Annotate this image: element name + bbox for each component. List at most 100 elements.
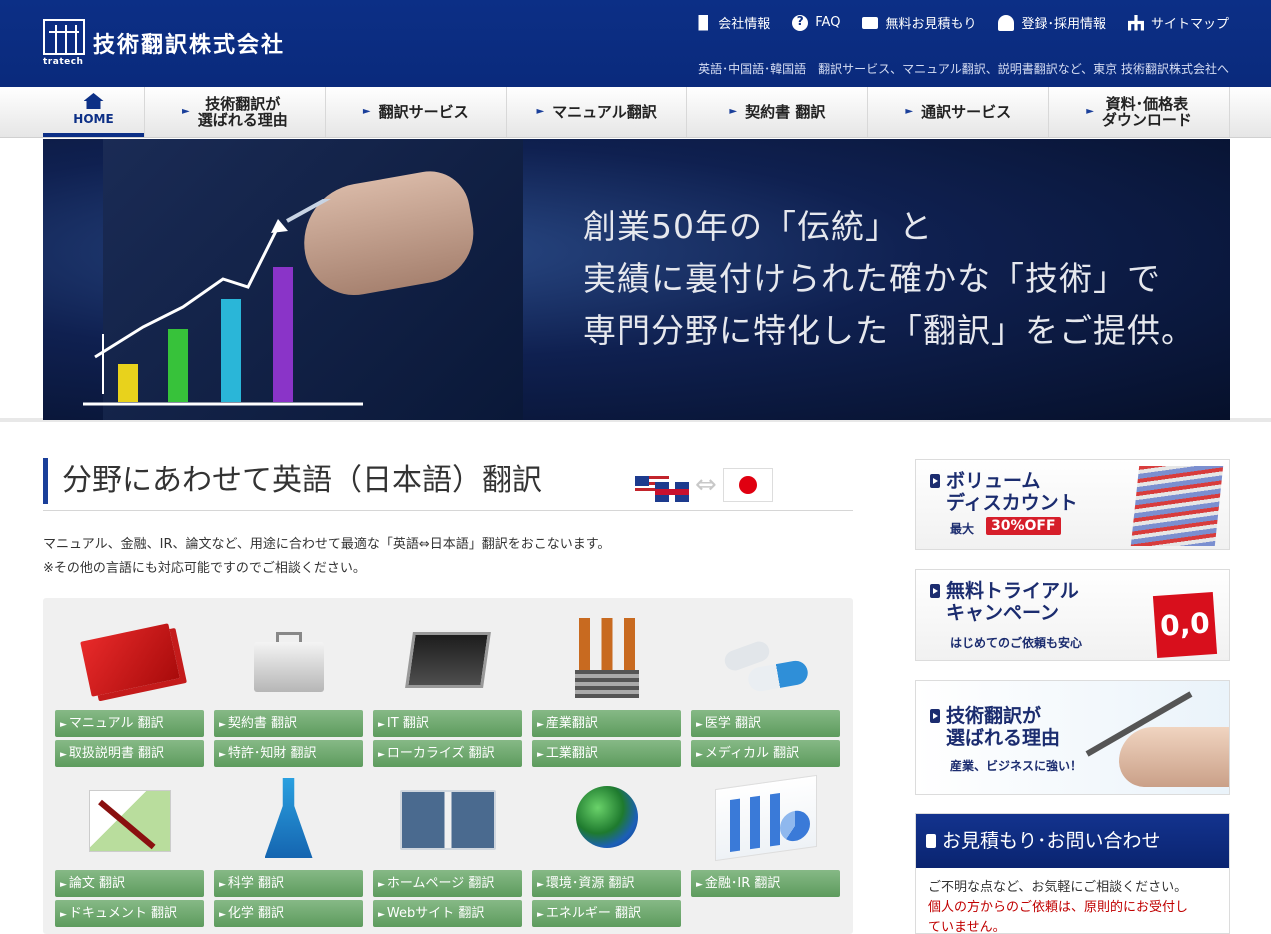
factory-icon [574, 618, 639, 698]
category-contract: ► 契約書 翻訳 ► 特許･知財 翻訳 [214, 606, 363, 767]
paper-translation-button[interactable]: ► 論文 翻訳 [55, 870, 204, 897]
home-icon [83, 93, 104, 109]
chemistry-translation-button[interactable]: ► 化学 翻訳 [214, 900, 363, 927]
banner-max: 最大 [950, 522, 975, 536]
website-translation-button[interactable]: ► Webサイト 翻訳 [373, 900, 522, 927]
nav-download[interactable]: ► 資料･価格表 ダウンロード [1048, 87, 1230, 137]
triangle-icon: ► [378, 720, 385, 730]
jp-flag-icon [722, 468, 773, 502]
laptop-icon [404, 632, 491, 688]
chat-icon [862, 16, 879, 29]
hero-line: 創業50年の「伝統」と [583, 207, 933, 246]
it-translation-button[interactable]: ► IT 翻訳 [373, 710, 522, 737]
triangle-icon: ► [729, 106, 738, 117]
hero-text: 創業50年の「伝統」と 実績に裏付けられた確かな「技術」で 専門分野に特化した「… [583, 201, 1195, 357]
nav-reason[interactable]: ► 技術翻訳が 選ばれる理由 [144, 87, 325, 137]
triangle-icon: ► [537, 910, 544, 920]
button-label: 工業翻訳 [545, 746, 598, 761]
triangle-icon: ► [696, 880, 703, 890]
manual-translation-button[interactable]: ► マニュアル 翻訳 [55, 710, 204, 737]
header-tagline: 英語･中国語･韓国語 翻訳サービス、マニュアル翻訳、説明書翻訳など、東京 技術翻… [698, 62, 1229, 76]
banner-title: 無料トライアル キャンペーン [930, 580, 1079, 624]
patent-translation-button[interactable]: ► 特許･知財 翻訳 [214, 740, 363, 767]
document-translation-button[interactable]: ► ドキュメント 翻訳 [55, 900, 204, 927]
contract-translation-button[interactable]: ► 契約書 翻訳 [214, 710, 363, 737]
top-link-faq[interactable]: FAQ [792, 13, 840, 32]
document-stack-image [1130, 466, 1224, 546]
intro-line: マニュアル、金融、IR、論文など、用途に合わせて最適な「英語⇔日本語」翻訳をおこ… [43, 537, 611, 552]
trend-arrowhead [271, 219, 288, 233]
banner-line: 選ばれる理由 [946, 727, 1061, 749]
price-tag-image: 0,0 [1152, 591, 1218, 659]
contact-heading[interactable]: お見積もり･お問い合わせ [916, 814, 1229, 868]
bar-purple [273, 267, 293, 402]
button-label: ドキュメント 翻訳 [68, 906, 178, 921]
button-label: メディカル 翻訳 [704, 746, 800, 761]
homepage-translation-button[interactable]: ► ホームページ 翻訳 [373, 870, 522, 897]
triangle-icon: ► [219, 750, 226, 760]
section-divider [43, 510, 853, 511]
nav-manual-translation[interactable]: ► マニュアル翻訳 [505, 87, 687, 137]
nav-label: 契約書 翻訳 [745, 103, 826, 121]
triangle-icon: ► [1086, 106, 1094, 117]
top-link-company[interactable]: 会社情報 [695, 13, 770, 32]
logo-mark-icon: tratech [43, 19, 87, 67]
triangle-icon: ► [537, 720, 544, 730]
button-label: IT 翻訳 [386, 716, 429, 731]
science-translation-button[interactable]: ► 科学 翻訳 [214, 870, 363, 897]
finance-translation-button[interactable]: ► 金融･IR 翻訳 [691, 870, 840, 897]
button-label: 特許･知財 翻訳 [227, 746, 317, 761]
environment-translation-button[interactable]: ► 環境･資源 翻訳 [532, 870, 681, 897]
medical-translation-button[interactable]: ► 医学 翻訳 [691, 710, 840, 737]
top-link-label: FAQ [815, 15, 841, 30]
why-choose-banner[interactable]: 技術翻訳が 選ばれる理由 産業、ビジネスに強い！ [915, 680, 1230, 795]
logo-sub-text: tratech [43, 57, 84, 67]
top-link-sitemap[interactable]: サイトマップ [1127, 13, 1229, 32]
banner-subtitle: はじめてのご依頼も安心 [950, 636, 1083, 650]
free-trial-banner[interactable]: 0,0 無料トライアル キャンペーン はじめてのご依頼も安心 [915, 569, 1230, 661]
energy-translation-button[interactable]: ► エネルギー 翻訳 [532, 900, 681, 927]
section-title: 分野にあわせて英語（日本語）翻訳 [43, 458, 542, 504]
nav-contract-translation[interactable]: ► 契約書 翻訳 [686, 87, 867, 137]
triangle-icon: ► [60, 720, 67, 730]
industry-translation-button[interactable]: ► 産業翻訳 [532, 710, 681, 737]
bar-yellow [118, 364, 138, 402]
arrow-box-icon [930, 709, 940, 723]
nav-translation-service[interactable]: ► 翻訳サービス [324, 87, 506, 137]
top-link-quote[interactable]: 無料お見積もり [862, 13, 976, 32]
pen [286, 199, 331, 223]
arrow-box-icon [930, 474, 940, 488]
triangle-icon: ► [905, 106, 914, 117]
banner-title: ボリューム ディスカウント [930, 470, 1078, 514]
triangle-icon: ► [536, 106, 545, 117]
site-logo[interactable]: tratech 技術翻訳株式会社 [43, 19, 285, 69]
nav-home[interactable]: HOME [43, 87, 144, 137]
engineering-translation-button[interactable]: ► 工業翻訳 [532, 740, 681, 767]
top-link-recruit[interactable]: 登録･採用情報 [998, 13, 1106, 32]
localize-translation-button[interactable]: ► ローカライズ 翻訳 [373, 740, 522, 767]
banner-title: 技術翻訳が 選ばれる理由 [930, 705, 1060, 749]
discount-badge: 30%OFF [986, 517, 1061, 535]
finance-chart-icon [714, 774, 817, 862]
bar-green [168, 329, 188, 402]
contact-note: 個人の方からのご依頼は、原則的にお受付し [928, 900, 1189, 915]
triangle-icon: ► [696, 720, 703, 730]
top-link-label: サイトマップ [1150, 17, 1229, 32]
triangle-icon: ► [378, 910, 385, 920]
button-label: エネルギー 翻訳 [545, 906, 642, 921]
category-web: ► ホームページ 翻訳 ► Webサイト 翻訳 [373, 766, 522, 927]
hero-banner[interactable]: 創業50年の「伝統」と 実績に裏付けられた確かな「技術」で 専門分野に特化した「… [43, 139, 1230, 420]
banner-line: キャンペーン [946, 602, 1060, 624]
fountain-pen-icon [88, 790, 171, 852]
contact-title: お見積もり･お問い合わせ [942, 830, 1161, 852]
nav-label: 翻訳サービス [378, 103, 469, 121]
user-icon [998, 14, 1015, 31]
volume-discount-banner[interactable]: ボリューム ディスカウント 最大 30%OFF [915, 459, 1230, 550]
medicaltech-translation-button[interactable]: ► メディカル 翻訳 [691, 740, 840, 767]
arrow-box-icon [926, 834, 936, 848]
nav-interpretation[interactable]: ► 通訳サービス [867, 87, 1048, 137]
category-industry: ► 産業翻訳 ► 工業翻訳 [532, 606, 681, 767]
pills-icon [724, 646, 808, 690]
triangle-icon: ► [219, 910, 226, 920]
instruction-manual-button[interactable]: ► 取扱説明書 翻訳 [55, 740, 204, 767]
